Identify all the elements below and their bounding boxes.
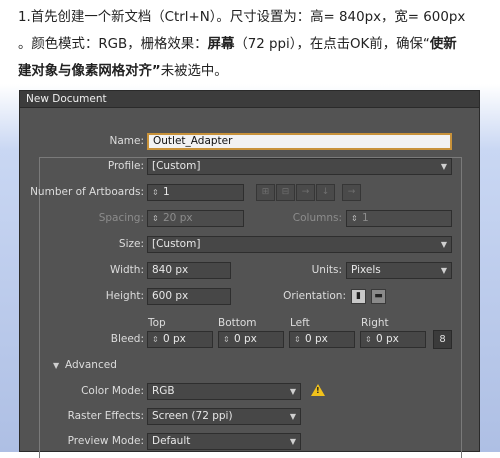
arrange-by-column-icon[interactable]: ↓ (316, 184, 335, 201)
profile-select[interactable]: [Custom] ▼ (147, 158, 452, 175)
instruction-line-1: 1.首先创建一个新文档（Ctrl+N）。尺寸设置为：高= 840px，宽= 60… (18, 10, 466, 25)
preview-mode-label: Preview Mode: (67, 435, 144, 447)
instruction-align-bold-1: 使新 (429, 37, 457, 52)
arrange-by-row-icon[interactable]: → (296, 184, 315, 201)
units-select[interactable]: Pixels ▼ (346, 262, 452, 279)
columns-label: Columns: (292, 212, 342, 224)
stepper-icon[interactable]: ⇕ (365, 332, 374, 347)
instruction-align-bold-2: 建对象与像素网格对齐” (18, 64, 161, 79)
chevron-down-icon: ▼ (289, 387, 296, 396)
stepper-icon[interactable]: ⇕ (152, 211, 161, 226)
chevron-down-icon: ▼ (440, 266, 447, 275)
advanced-toggle[interactable]: Advanced (65, 359, 117, 371)
stepper-icon[interactable]: ⇕ (152, 185, 161, 200)
stepper-icon[interactable]: ⇕ (152, 332, 161, 347)
bleed-label: Bleed: (110, 333, 144, 345)
orientation-label: Orientation: (283, 290, 346, 302)
columns-input[interactable]: ⇕ 1 (346, 210, 452, 227)
color-mode-label: Color Mode: (81, 385, 144, 397)
units-label: Units: (311, 264, 342, 276)
size-value: [Custom] (152, 238, 201, 250)
instruction-line-2-part-a: 。颜色模式：RGB，栅格效果： (18, 37, 208, 52)
instruction-line-3-end: 未被选中。 (160, 64, 228, 79)
raster-effects-value: Screen (72 ppi) (152, 410, 233, 422)
bleed-bottom-label: Bottom (218, 317, 257, 329)
profile-value: [Custom] (152, 160, 201, 172)
dialog-title: New Document (20, 91, 479, 108)
profile-label: Profile: (107, 160, 144, 172)
units-value: Pixels (351, 264, 381, 276)
right-to-left-icon[interactable]: → (342, 184, 361, 201)
landscape-orientation-icon[interactable]: ▬ (371, 289, 386, 304)
raster-effects-label: Raster Effects: (67, 410, 144, 422)
width-input[interactable]: 840 px (147, 262, 231, 279)
height-input[interactable]: 600 px (147, 288, 231, 305)
new-document-dialog: New Document Name: Outlet_Adapter Profil… (19, 90, 480, 458)
stepper-icon[interactable]: ⇕ (223, 332, 232, 347)
chevron-down-icon: ▼ (289, 437, 296, 446)
instruction-screen-bold: 屏幕 (207, 37, 235, 52)
bleed-right-label: Right (361, 317, 389, 329)
instruction-line-3: 建对象与像素网格对齐”未被选中。 (18, 58, 488, 85)
raster-effects-select[interactable]: Screen (72 ppi) ▼ (147, 408, 301, 425)
chevron-down-icon: ▼ (440, 162, 447, 171)
instruction-text: 1.首先创建一个新文档（Ctrl+N）。尺寸设置为：高= 840px，宽= 60… (18, 4, 488, 85)
name-label: Name: (109, 135, 144, 147)
preview-mode-value: Default (152, 435, 191, 447)
spacing-input[interactable]: ⇕ 20 px (147, 210, 244, 227)
bleed-top-input[interactable]: ⇕ 0 px (147, 331, 213, 348)
size-label: Size: (118, 238, 144, 250)
width-label: Width: (109, 264, 144, 276)
collapse-triangle-icon[interactable]: ▼ (53, 361, 59, 370)
spacing-label: Spacing: (98, 212, 144, 224)
artboards-label: Number of Artboards: (30, 186, 144, 198)
instruction-line-2-part-c: （72 ppi），在点击OK前，确保“ (234, 37, 430, 52)
instruction-line-2: 。颜色模式：RGB，栅格效果：屏幕（72 ppi），在点击OK前，确保“使新 (18, 31, 488, 58)
size-select[interactable]: [Custom] ▼ (147, 236, 452, 253)
bleed-bottom-input[interactable]: ⇕ 0 px (218, 331, 284, 348)
artboards-input[interactable]: ⇕ 1 (147, 184, 244, 201)
color-mode-value: RGB (152, 385, 175, 397)
bleed-left-input[interactable]: ⇕ 0 px (289, 331, 355, 348)
stepper-icon[interactable]: ⇕ (351, 211, 360, 226)
height-label: Height: (105, 290, 144, 302)
chevron-down-icon: ▼ (289, 412, 296, 421)
stepper-icon[interactable]: ⇕ (294, 332, 303, 347)
bleed-right-input[interactable]: ⇕ 0 px (360, 331, 426, 348)
color-mode-select[interactable]: RGB ▼ (147, 383, 301, 400)
name-input[interactable]: Outlet_Adapter (147, 133, 452, 150)
link-icon[interactable]: 8 (433, 330, 452, 349)
portrait-orientation-icon[interactable]: ▮ (351, 289, 366, 304)
grid-by-column-icon[interactable]: ⊟ (276, 184, 295, 201)
bleed-left-label: Left (290, 317, 310, 329)
warning-icon: ! (311, 384, 325, 396)
chevron-down-icon: ▼ (440, 240, 447, 249)
preview-mode-select[interactable]: Default ▼ (147, 433, 301, 450)
bleed-top-label: Top (148, 317, 166, 329)
grid-by-row-icon[interactable]: ⊞ (256, 184, 275, 201)
